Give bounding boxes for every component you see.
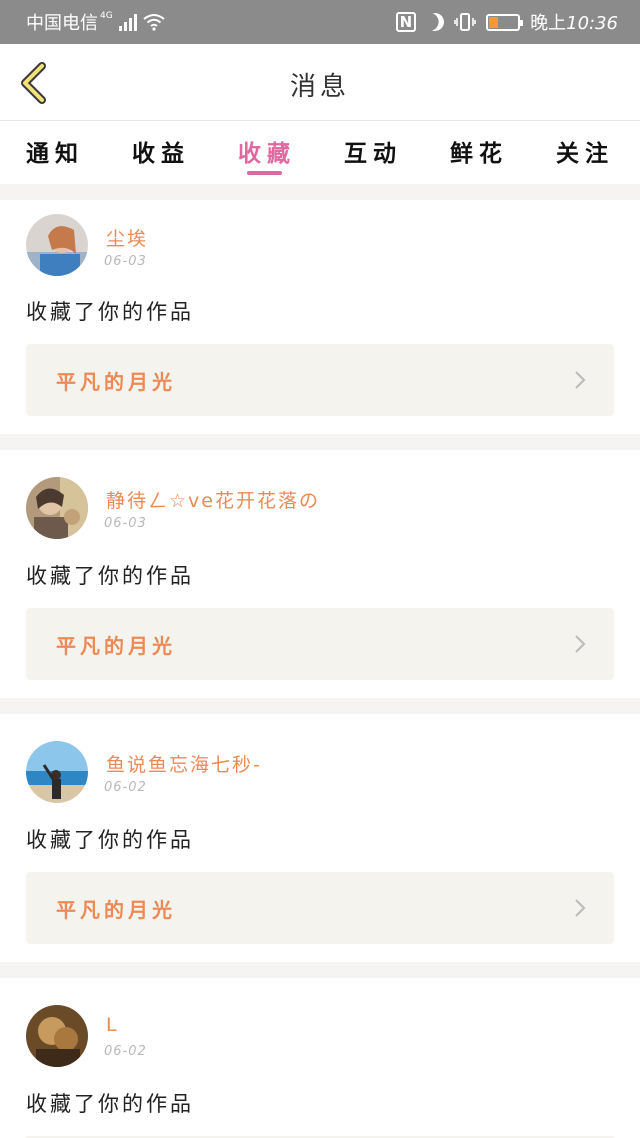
app-header: 消息 bbox=[0, 44, 640, 121]
username[interactable]: 尘埃 bbox=[106, 224, 148, 251]
tab-label: 收藏 bbox=[238, 141, 296, 167]
tab-interactions[interactable]: 互动 bbox=[344, 122, 402, 184]
chevron-right-icon bbox=[575, 371, 586, 389]
clock-time: 10:36 bbox=[566, 13, 618, 34]
carrier-name: 中国电信 bbox=[26, 13, 98, 34]
network-type: 4G bbox=[100, 11, 113, 21]
tab-label: 关注 bbox=[556, 141, 614, 167]
user-avatar[interactable] bbox=[26, 214, 88, 276]
user-avatar[interactable] bbox=[26, 741, 88, 803]
section-divider bbox=[0, 184, 640, 200]
status-right: N 晚上10:36 bbox=[395, 9, 618, 35]
chevron-right-icon bbox=[575, 635, 586, 653]
tab-label: 鲜花 bbox=[450, 141, 508, 167]
tab-following[interactable]: 关注 bbox=[556, 122, 614, 184]
tab-label: 收益 bbox=[132, 141, 190, 167]
section-divider bbox=[0, 962, 640, 978]
status-left: 中国电信 4G bbox=[26, 9, 165, 35]
work-link[interactable]: 平凡的月光 bbox=[26, 872, 614, 944]
work-link[interactable]: 平凡的月光 bbox=[26, 344, 614, 416]
wifi-icon bbox=[143, 14, 165, 31]
tab-label: 互动 bbox=[344, 141, 402, 167]
message-card: L 06-02 收藏了你的作品 bbox=[0, 978, 640, 1138]
nfc-icon: N bbox=[395, 12, 417, 32]
message-date: 06-03 bbox=[104, 254, 147, 269]
battery-level bbox=[489, 16, 498, 28]
tab-notifications[interactable]: 通知 bbox=[26, 122, 84, 184]
message-action: 收藏了你的作品 bbox=[26, 564, 194, 588]
username[interactable]: 鱼说鱼忘海七秒- bbox=[106, 750, 262, 777]
time-prefix: 晚上 bbox=[530, 13, 567, 34]
user-avatar[interactable] bbox=[26, 477, 88, 539]
work-link[interactable]: 平凡的月光 bbox=[26, 608, 614, 680]
status-bar: 中国电信 4G N 晚上10:36 bbox=[0, 0, 640, 44]
chevron-right-icon bbox=[575, 899, 586, 917]
section-divider bbox=[0, 434, 640, 450]
message-tabs: 通知 收益 收藏 互动 鲜花 关注 bbox=[0, 122, 640, 184]
work-title: 平凡的月光 bbox=[56, 898, 176, 922]
tab-earnings[interactable]: 收益 bbox=[132, 122, 190, 184]
username[interactable]: 静待ㄥ☆ve花开花落の bbox=[106, 486, 320, 513]
message-date: 06-02 bbox=[104, 780, 147, 795]
signal-icon bbox=[118, 13, 137, 31]
active-tab-indicator bbox=[247, 171, 282, 175]
battery-icon bbox=[486, 13, 524, 31]
section-divider bbox=[0, 698, 640, 714]
tab-label: 通知 bbox=[26, 141, 84, 167]
tab-flowers[interactable]: 鲜花 bbox=[450, 122, 508, 184]
work-title: 平凡的月光 bbox=[56, 634, 176, 658]
message-card: 尘埃 06-03 收藏了你的作品 平凡的月光 bbox=[0, 200, 640, 434]
tab-favorites[interactable]: 收藏 bbox=[238, 122, 296, 184]
message-date: 06-02 bbox=[104, 1044, 147, 1059]
message-card: 静待ㄥ☆ve花开花落の 06-03 收藏了你的作品 平凡的月光 bbox=[0, 450, 640, 698]
message-action: 收藏了你的作品 bbox=[26, 828, 194, 852]
message-date: 06-03 bbox=[104, 516, 147, 531]
work-title: 平凡的月光 bbox=[56, 370, 176, 394]
message-card: 鱼说鱼忘海七秒- 06-02 收藏了你的作品 平凡的月光 bbox=[0, 714, 640, 962]
do-not-disturb-moon-icon bbox=[424, 10, 447, 33]
message-action: 收藏了你的作品 bbox=[26, 300, 194, 324]
page-title: 消息 bbox=[289, 72, 350, 102]
status-time: 晚上10:36 bbox=[530, 9, 618, 35]
vibrate-icon bbox=[454, 13, 476, 31]
user-avatar[interactable] bbox=[26, 1005, 88, 1067]
message-action: 收藏了你的作品 bbox=[26, 1092, 194, 1116]
username[interactable]: L bbox=[106, 1014, 119, 1036]
